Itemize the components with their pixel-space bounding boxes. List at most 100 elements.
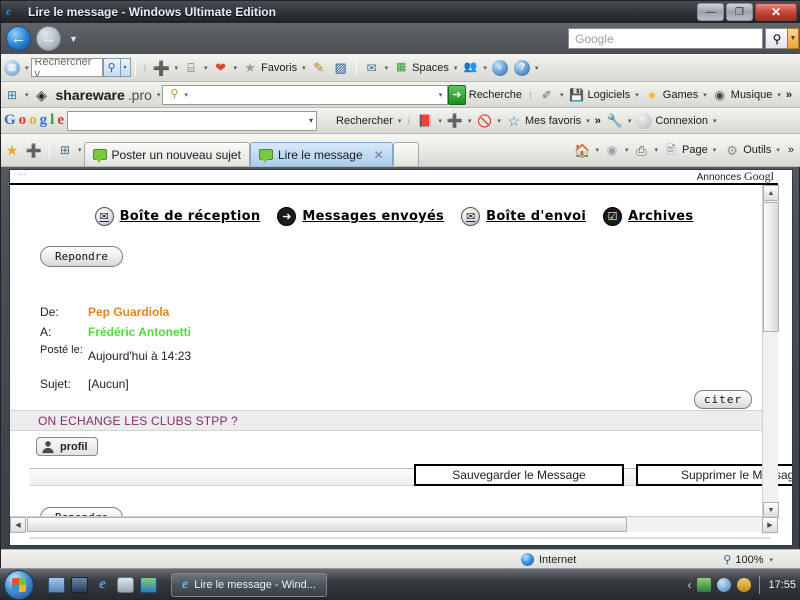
vertical-scroll-thumb[interactable] [763, 202, 779, 332]
forward-button[interactable]: → [36, 26, 61, 51]
horizontal-scrollbar[interactable]: ◀ ▶ [10, 516, 778, 533]
google-input-dropdown-icon[interactable]: ▾ [309, 116, 313, 125]
toolbar3-handle-icon[interactable]: ⋮ [403, 117, 414, 125]
people-caret-icon[interactable]: ▾ [481, 64, 489, 72]
print-button[interactable]: ⎙ [631, 134, 653, 166]
screen-caret-icon[interactable]: ▾ [202, 64, 210, 72]
add-favorite-button[interactable]: ➕ [23, 134, 45, 166]
windows-logo-icon[interactable]: ▦ [1, 54, 23, 81]
shareware-search-caret-icon[interactable]: ▾ [182, 91, 190, 99]
outils-menu-button[interactable]: ⚙ Outils ▾ [721, 134, 785, 166]
google-plus-button[interactable]: ➕ [444, 108, 466, 133]
live-search-caret-icon[interactable]: ▾ [120, 58, 131, 77]
folder-link-inbox[interactable]: ✉ Boîte de réception [94, 207, 261, 226]
security-zone[interactable]: Internet [521, 553, 576, 566]
live-favorites-button[interactable]: ❤ [210, 54, 232, 81]
media-icon[interactable] [140, 576, 157, 593]
shareware-go-button[interactable]: ➜ [448, 84, 466, 105]
save-message-button[interactable]: Sauvegarder le Message [414, 464, 624, 486]
bookmarks-caret-icon[interactable]: ▾ [436, 117, 444, 125]
add-button[interactable]: ➕ [151, 54, 173, 81]
page-menu-caret-icon[interactable]: ▾ [711, 146, 719, 154]
add-caret-icon[interactable]: ▾ [173, 64, 181, 72]
network-icon[interactable] [697, 577, 712, 592]
tray-expand-icon[interactable]: ‹ [687, 578, 691, 592]
to-value[interactable]: Frédéric Antonetti [88, 323, 191, 341]
bookmarks-button[interactable]: 📕 [414, 108, 436, 133]
reply-button-top[interactable]: Repondre [40, 246, 123, 267]
favoris-button[interactable]: ★ Favoris [239, 54, 300, 81]
eraser-caret-icon[interactable]: ▾ [558, 91, 566, 99]
recherche-label[interactable]: Recherche [466, 82, 525, 107]
toolbar3-overflow-button[interactable]: » [592, 108, 604, 133]
vertical-scrollbar[interactable]: ▲ ▼ [762, 185, 779, 534]
shareware-menu-caret-icon[interactable]: ▾ [155, 91, 163, 99]
mail-caret-icon[interactable]: ▾ [383, 64, 391, 72]
scroll-up-button[interactable]: ▲ [763, 185, 779, 201]
start-button[interactable] [4, 569, 34, 600]
print-caret-icon[interactable]: ▾ [653, 146, 661, 154]
settings-caret-icon[interactable]: ▾ [626, 117, 634, 125]
pencil-button[interactable]: ✎ [308, 54, 330, 81]
folder-icon[interactable] [117, 576, 134, 593]
search-go-icon[interactable]: ⚲ [765, 28, 789, 49]
shareware-search-dropdown-icon[interactable]: ▾ [437, 91, 445, 99]
live-search-input[interactable]: Rechercher v [30, 58, 103, 77]
home-caret-icon[interactable]: ▾ [593, 146, 601, 154]
scroll-left-button[interactable]: ◀ [10, 517, 26, 533]
taskbar-item-lire-le-message[interactable]: e Lire le message - Wind... [171, 572, 327, 597]
toolbar1-overflow-icon[interactable]: ▾ [533, 64, 541, 72]
from-value[interactable]: Pep Guardiola [88, 303, 191, 321]
new-tab-button[interactable] [392, 142, 419, 166]
feeds-caret-icon[interactable]: ▾ [623, 146, 631, 154]
internet-explorer-icon[interactable]: e [94, 576, 111, 593]
tab-list-caret-icon[interactable]: ▾ [76, 146, 84, 154]
back-button[interactable]: ← [6, 26, 31, 51]
popup-blocker-caret-icon[interactable]: ▾ [495, 117, 503, 125]
tab-poster-un-nouveau-sujet[interactable]: Poster un nouveau sujet [83, 142, 250, 166]
windows-menu-caret-icon[interactable]: ▾ [23, 64, 31, 72]
spaces-button[interactable]: ▦ Spaces [390, 54, 452, 81]
musique-caret-icon[interactable]: ▾ [775, 91, 783, 99]
google-search-input[interactable]: Google [568, 28, 763, 49]
toolbar2-overflow-button[interactable]: » [783, 82, 795, 107]
home-button[interactable]: 🏠 [571, 134, 593, 166]
settings-button[interactable]: 🔧 [604, 108, 626, 133]
google-plus-caret-icon[interactable]: ▾ [466, 117, 474, 125]
mes-favoris-button[interactable]: ☆ Mes favoris [503, 108, 584, 133]
connexion-caret-icon[interactable]: ▾ [711, 117, 719, 125]
clock[interactable]: 17:55 [768, 579, 796, 591]
musique-button[interactable]: ◉ Musique [709, 82, 776, 107]
cite-button[interactable]: citer [693, 390, 752, 409]
folder-link-outbox[interactable]: ✉ Boîte d'envoi [461, 207, 586, 226]
page-menu-button[interactable]: 🖹 Page ▾ [660, 134, 721, 166]
show-desktop-icon[interactable] [48, 576, 65, 593]
folder-link-sent[interactable]: ➜ Messages envoyés [277, 207, 444, 226]
live-search-button[interactable]: ⚲ [102, 58, 121, 77]
toolbar2-caret-icon[interactable]: ▾ [23, 91, 31, 99]
favorites-center-button[interactable]: ★ [1, 134, 23, 166]
toolbar-handle-icon[interactable]: ⋮ [140, 64, 151, 72]
profil-button[interactable]: profil [36, 437, 98, 456]
antivirus-icon[interactable] [717, 577, 732, 592]
mes-favoris-caret-icon[interactable]: ▾ [584, 117, 592, 125]
feeds-button[interactable]: ◉ [601, 134, 623, 166]
tabbar-overflow-button[interactable]: » [785, 134, 797, 166]
messenger-button[interactable]: ♁ [489, 54, 511, 81]
note-button[interactable]: ▨ [330, 54, 352, 81]
favoris-caret-icon[interactable]: ▾ [300, 64, 308, 72]
tab-lire-le-message[interactable]: Lire le message ✕ [249, 142, 393, 166]
restore-button[interactable]: ❐ [726, 3, 753, 21]
games-caret-icon[interactable]: ▾ [701, 91, 709, 99]
toolbar2-handle-icon[interactable]: ⋮ [525, 91, 536, 99]
google-rechercher-button[interactable]: Rechercher [317, 108, 396, 133]
rechercher-caret-icon[interactable]: ▾ [396, 117, 404, 125]
update-icon[interactable] [737, 577, 752, 592]
live-fav-caret-icon[interactable]: ▾ [232, 64, 240, 72]
scroll-right-button[interactable]: ▶ [762, 517, 778, 533]
google-toolbar-input[interactable]: ▾ [67, 110, 318, 131]
people-button[interactable]: 👥 [459, 54, 481, 81]
connexion-button[interactable]: Connexion [633, 108, 711, 133]
outils-menu-caret-icon[interactable]: ▾ [774, 146, 782, 154]
minimize-button[interactable]: — [697, 3, 724, 21]
